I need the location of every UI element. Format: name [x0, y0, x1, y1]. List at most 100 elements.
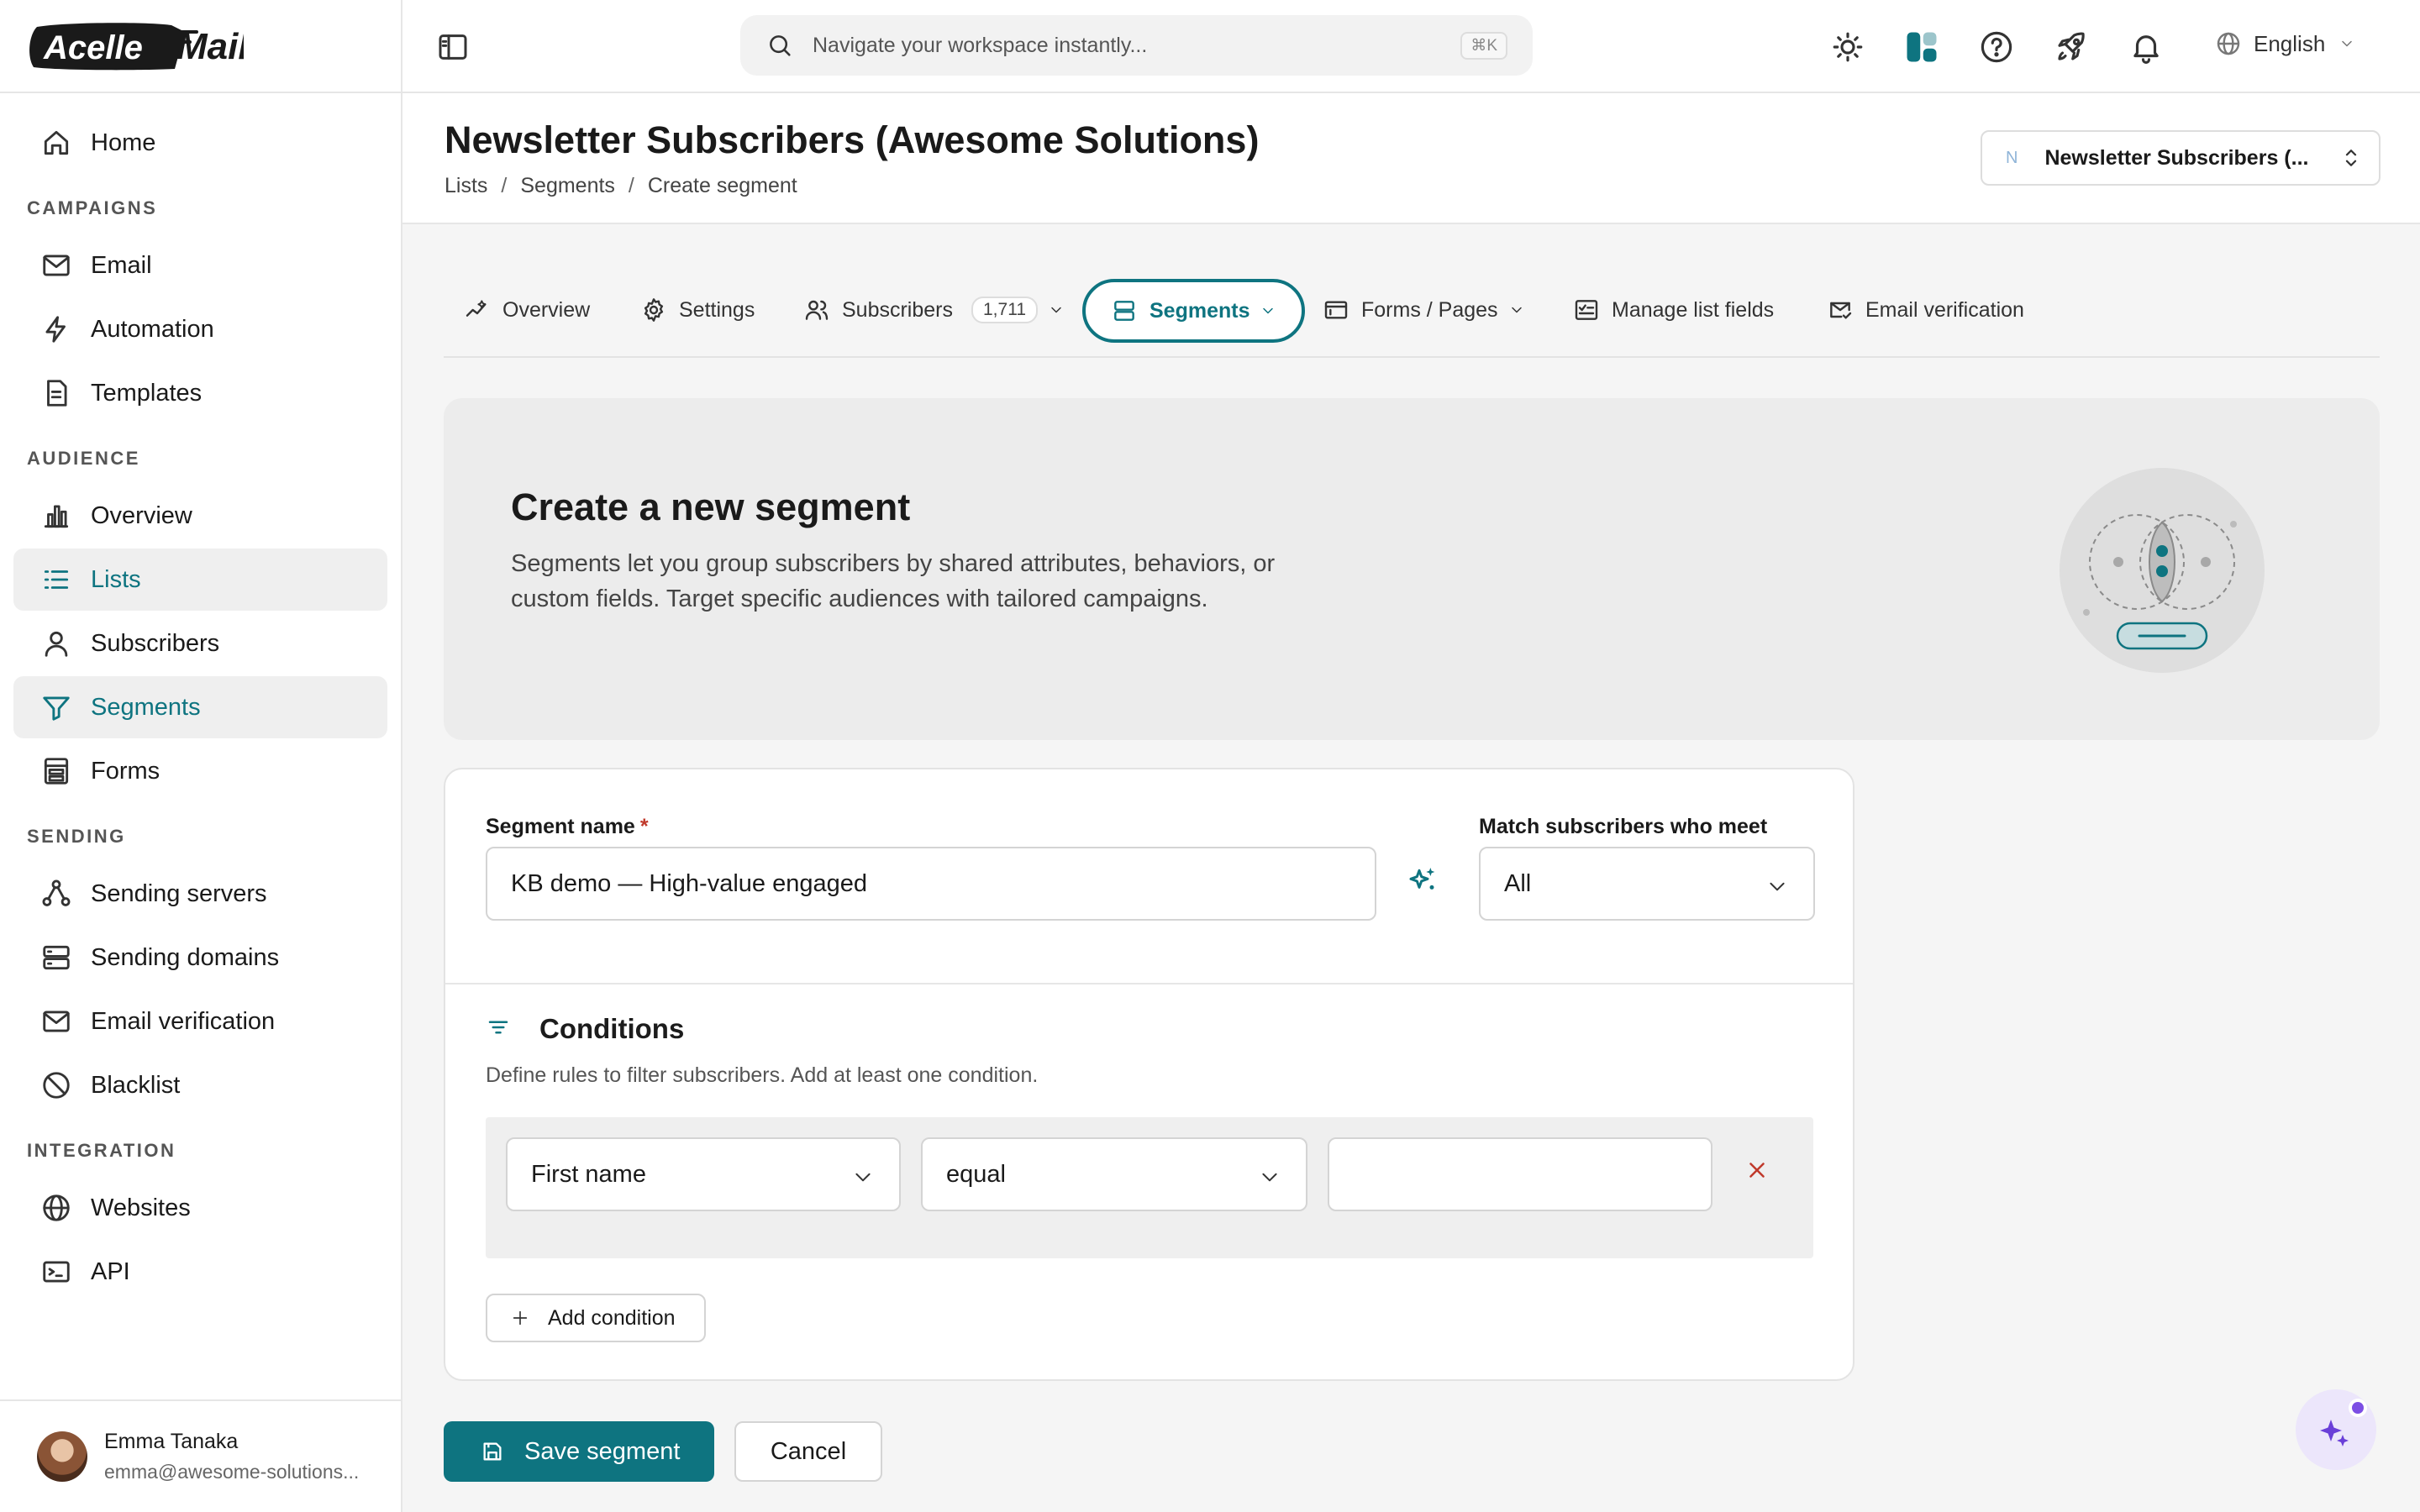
sparkles-icon [2320, 1399, 2367, 1446]
tab-settings[interactable]: Settings [640, 279, 755, 341]
funnel-icon [43, 696, 70, 721]
list-tabs: Overview Settings Subscribers 1,711 Segm… [444, 277, 2380, 358]
sidebar-item-automation[interactable]: Automation [13, 298, 387, 360]
sidebar-toggle-icon[interactable] [436, 30, 470, 64]
sidebar-item-subscribers[interactable]: Subscribers [13, 612, 387, 675]
segment-name-value: KB demo — High-value engaged [511, 869, 867, 897]
condition-operator-select[interactable]: equal [921, 1137, 1307, 1211]
chevron-down-icon [2342, 40, 2353, 47]
globe-icon [43, 1194, 70, 1221]
bar-chart-icon [44, 505, 69, 528]
sidebar-item-segments[interactable]: Segments [13, 676, 387, 738]
tab-label: Settings [679, 297, 755, 322]
nav-section-sending: SENDING [27, 826, 126, 847]
breadcrumb-segments[interactable]: Segments [520, 174, 615, 198]
segment-form-card: Segment name * KB demo — High-value engag… [444, 768, 1854, 1381]
save-segment-button[interactable]: Save segment [444, 1421, 714, 1482]
sidebar-item-email[interactable]: Email [13, 234, 387, 297]
tab-label: Email verification [1865, 297, 2024, 322]
list-selector[interactable]: N Newsletter Subscribers (... [1981, 130, 2381, 186]
condition-value-input[interactable] [1328, 1137, 1712, 1211]
help-icon[interactable] [1979, 29, 2014, 65]
avatar [37, 1431, 87, 1482]
divider [445, 983, 1853, 984]
nav-section-campaigns: CAMPAIGNS [27, 197, 158, 218]
bell-icon[interactable] [2128, 29, 2164, 65]
user-icon [45, 631, 68, 657]
condition-operator-value: equal [946, 1160, 1006, 1188]
sidebar-item-email-verification[interactable]: Email verification [13, 990, 387, 1053]
search-placeholder: Navigate your workspace instantly... [813, 33, 1148, 57]
condition-field-select[interactable]: First name [506, 1137, 901, 1211]
tab-forms-pages[interactable]: Forms / Pages [1323, 279, 1525, 341]
search-icon [770, 35, 791, 56]
segment-name-input[interactable]: KB demo — High-value engaged [486, 847, 1376, 921]
language-selector[interactable]: English [2215, 30, 2367, 57]
tab-manage-list-fields[interactable]: Manage list fields [1573, 279, 1774, 341]
user-name: Emma Tanaka [104, 1430, 239, 1453]
breadcrumb-current: Create segment [647, 174, 797, 197]
tab-label: Forms / Pages [1361, 297, 1498, 322]
sidebar-item-sending-domains[interactable]: Sending domains [13, 927, 387, 989]
rocket-icon[interactable] [2054, 29, 2089, 65]
tab-email-verification[interactable]: Email verification [1827, 279, 2024, 341]
activity-icon [466, 300, 487, 317]
server-icon [1114, 301, 1134, 321]
sidebar-item-blacklist[interactable]: Blacklist [13, 1054, 387, 1116]
logo[interactable]: Acelle Mail [0, 0, 401, 93]
sidebar-item-label: Websites [91, 1194, 191, 1221]
sidebar-item-forms[interactable]: Forms [13, 740, 387, 802]
sidebar-item-label: Overview [91, 501, 192, 529]
sidebar-item-home[interactable]: Home [13, 112, 387, 174]
cancel-button[interactable]: Cancel [734, 1421, 882, 1482]
add-condition-label: Add condition [548, 1305, 676, 1330]
ai-suggest-icon[interactable] [1407, 864, 1440, 897]
remove-condition-icon[interactable] [1744, 1158, 1770, 1183]
sidebar-item-label: Forms [91, 757, 160, 785]
sidebar-item-api[interactable]: API [13, 1241, 387, 1303]
sidebar-item-label: Home [91, 129, 156, 156]
top-bar: Navigate your workspace instantly... ⌘K … [402, 0, 2420, 93]
ban-icon [43, 1072, 70, 1099]
chevron-down-icon [1511, 307, 1522, 313]
shortcut-hint: ⌘K [1460, 31, 1507, 60]
sidebar: Acelle Mail Home CAMPAIGNS Email Automation… [0, 0, 402, 1512]
filter-icon [488, 1021, 508, 1034]
search-bar[interactable]: Navigate your workspace instantly... ⌘K [740, 15, 1533, 76]
user-profile[interactable]: Emma Tanaka emma@awesome-solutions... [0, 1399, 401, 1512]
sidebar-item-label: Email [91, 251, 152, 279]
breadcrumb-separator: / [501, 174, 508, 197]
breadcrumb-lists[interactable]: Lists [445, 174, 487, 198]
subscriber-count-badge: 1,711 [971, 297, 1038, 323]
ai-assistant-button[interactable] [2296, 1389, 2376, 1470]
intro-banner: Create a new segment Segments let you gr… [444, 398, 2380, 740]
tab-overview[interactable]: Overview [464, 279, 590, 341]
theme-toggle-icon[interactable] [1830, 29, 1865, 65]
sidebar-item-websites[interactable]: Websites [13, 1177, 387, 1239]
user-email: emma@awesome-solutions... [104, 1461, 360, 1483]
sidebar-item-label: Templates [91, 379, 203, 407]
tab-label: Segments [1150, 298, 1250, 323]
sidebar-item-templates[interactable]: Templates [13, 362, 387, 424]
match-select[interactable]: All [1479, 847, 1815, 921]
mail-icon [43, 255, 70, 276]
mail-check-icon [1830, 302, 1852, 319]
sidebar-item-label: Automation [91, 315, 214, 343]
tab-subscribers[interactable]: Subscribers 1,711 [803, 279, 1065, 341]
add-condition-button[interactable]: Add condition [486, 1294, 706, 1342]
chevron-up-down-icon [2345, 150, 2357, 166]
network-icon [42, 879, 71, 906]
sidebar-item-lists[interactable]: Lists [13, 549, 387, 611]
tab-segments[interactable]: Segments [1082, 279, 1306, 343]
conditions-description: Define rules to filter subscribers. Add … [486, 1063, 1039, 1087]
users-icon [805, 300, 829, 320]
gear-icon [644, 298, 664, 322]
sidebar-item-overview[interactable]: Overview [13, 485, 387, 547]
sidebar-item-sending-servers[interactable]: Sending servers [13, 863, 387, 925]
app-switcher-icon[interactable] [1904, 29, 1939, 65]
breadcrumb-separator: / [628, 174, 634, 197]
sidebar-item-label: Sending servers [91, 879, 267, 907]
nav-section-audience: AUDIENCE [27, 448, 140, 469]
sidebar-item-label: Email verification [91, 1007, 276, 1035]
segment-name-label: Segment name * [486, 815, 649, 838]
